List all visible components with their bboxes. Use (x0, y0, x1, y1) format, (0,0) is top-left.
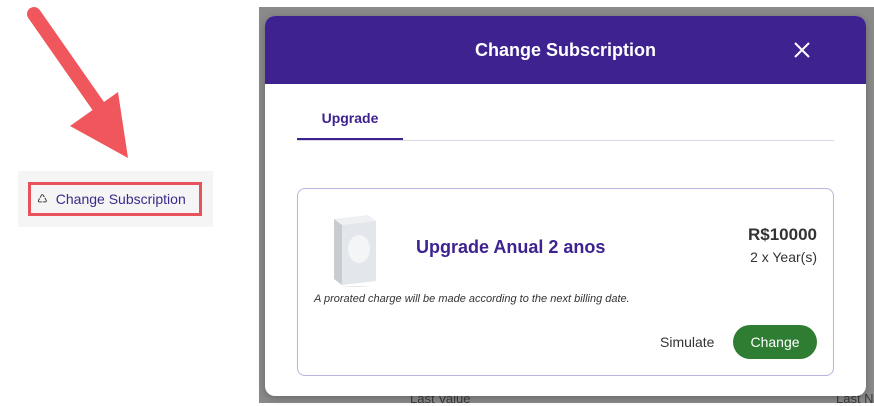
modal-title: Change Subscription (474, 39, 656, 60)
change-subscription-menu-item[interactable]: ♺ Change Subscription (28, 182, 202, 216)
modal-header: Change Subscription (265, 16, 866, 84)
plan-card: Upgrade Anual 2 anos R$10000 2 x Year(s)… (297, 188, 834, 376)
product-box-image (334, 215, 376, 287)
plan-period: 2 x Year(s) (750, 249, 817, 265)
simulate-link[interactable]: Simulate (660, 334, 714, 350)
prorated-note: A prorated charge will be made according… (314, 293, 630, 305)
menu-item-label: Change Subscription (55, 191, 186, 207)
change-subscription-modal: Change Subscription Upgrade Upgrade Anua… (265, 16, 866, 396)
close-icon (794, 42, 810, 58)
tab-upgrade[interactable]: Upgrade (297, 98, 403, 140)
change-button[interactable]: Change (733, 325, 817, 359)
plan-price: R$10000 (747, 225, 817, 244)
tab-bar: Upgrade (297, 98, 834, 141)
close-button[interactable] (790, 38, 814, 62)
recycle-icon: ♺ (37, 192, 48, 206)
plan-name: Upgrade Anual 2 anos (416, 237, 606, 257)
annotation-arrow (27, 7, 128, 158)
